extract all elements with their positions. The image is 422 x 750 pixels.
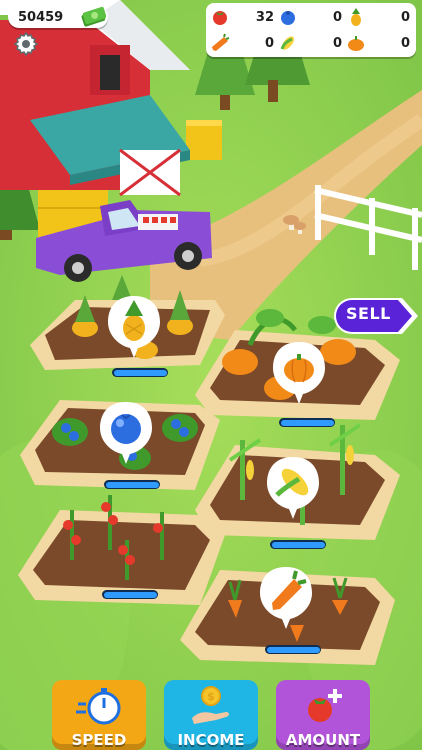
progress-fill (103, 591, 157, 598)
progress-fill (271, 541, 325, 548)
corn-bubble-icon[interactable] (265, 455, 321, 521)
tomato-plus-icon (308, 689, 342, 722)
progress-fill (105, 481, 159, 488)
blueberry-progress-bar (104, 480, 160, 489)
inventory-count: 0 (400, 9, 410, 25)
blueberry-bubble-icon[interactable] (98, 400, 154, 466)
stopwatch-icon (76, 688, 121, 725)
sell-button[interactable]: SELL (332, 295, 422, 337)
pumpkin-progress-bar (279, 418, 335, 427)
corn-icon (280, 36, 294, 50)
sell-label: SELL (346, 304, 391, 323)
progress-fill (266, 646, 320, 653)
inventory-count: 0 (264, 35, 274, 51)
inventory-item-tomato: 32 (210, 5, 278, 29)
cash-stack-icon (81, 6, 106, 27)
inventory-item-pineapple: 0 (346, 5, 414, 29)
speed-upgrade-button[interactable]: SPEED (52, 680, 146, 750)
inventory-count: 0 (400, 35, 410, 51)
progress-fill (280, 419, 334, 426)
gear-icon[interactable] (12, 30, 40, 58)
pumpkin-bubble-icon[interactable] (271, 340, 327, 406)
carrot-icon (212, 33, 230, 51)
farm-scene (0, 0, 422, 750)
money-counter: 50459 (8, 6, 108, 28)
corn-progress-bar (270, 540, 326, 549)
inventory-item-blueberry: 0 (278, 5, 346, 29)
amount-upgrade-button[interactable]: AMOUNT (276, 680, 370, 750)
progress-fill (113, 369, 167, 376)
pineapple-icon (351, 8, 361, 26)
money-value: 50459 (18, 9, 64, 25)
carrot-progress-bar (265, 645, 321, 654)
carrot-bubble-icon[interactable] (258, 565, 314, 631)
pumpkin-icon (348, 36, 364, 51)
pineapple-bubble-icon[interactable] (106, 294, 162, 360)
tomato-icon (213, 11, 227, 25)
svg-text:$: $ (207, 690, 215, 703)
inventory-item-pumpkin: 0 (346, 31, 414, 55)
inventory-item-corn: 0 (278, 31, 346, 55)
inventory-count: 0 (332, 35, 342, 51)
tomato-progress-bar (102, 590, 158, 599)
coin-hand-icon: $ (192, 686, 229, 724)
inventory-item-carrot: 0 (210, 31, 278, 55)
income-upgrade-label: INCOME (177, 731, 245, 749)
inventory-count: 32 (255, 9, 274, 25)
inventory-count: 0 (332, 9, 342, 25)
income-upgrade-button[interactable]: $ INCOME (164, 680, 258, 750)
pineapple-progress-bar (112, 368, 168, 377)
crop-inventory: 32 0 0 0 0 0 (206, 3, 416, 57)
speed-upgrade-label: SPEED (71, 731, 127, 749)
blueberry-icon (281, 11, 295, 25)
amount-upgrade-label: AMOUNT (285, 731, 361, 749)
